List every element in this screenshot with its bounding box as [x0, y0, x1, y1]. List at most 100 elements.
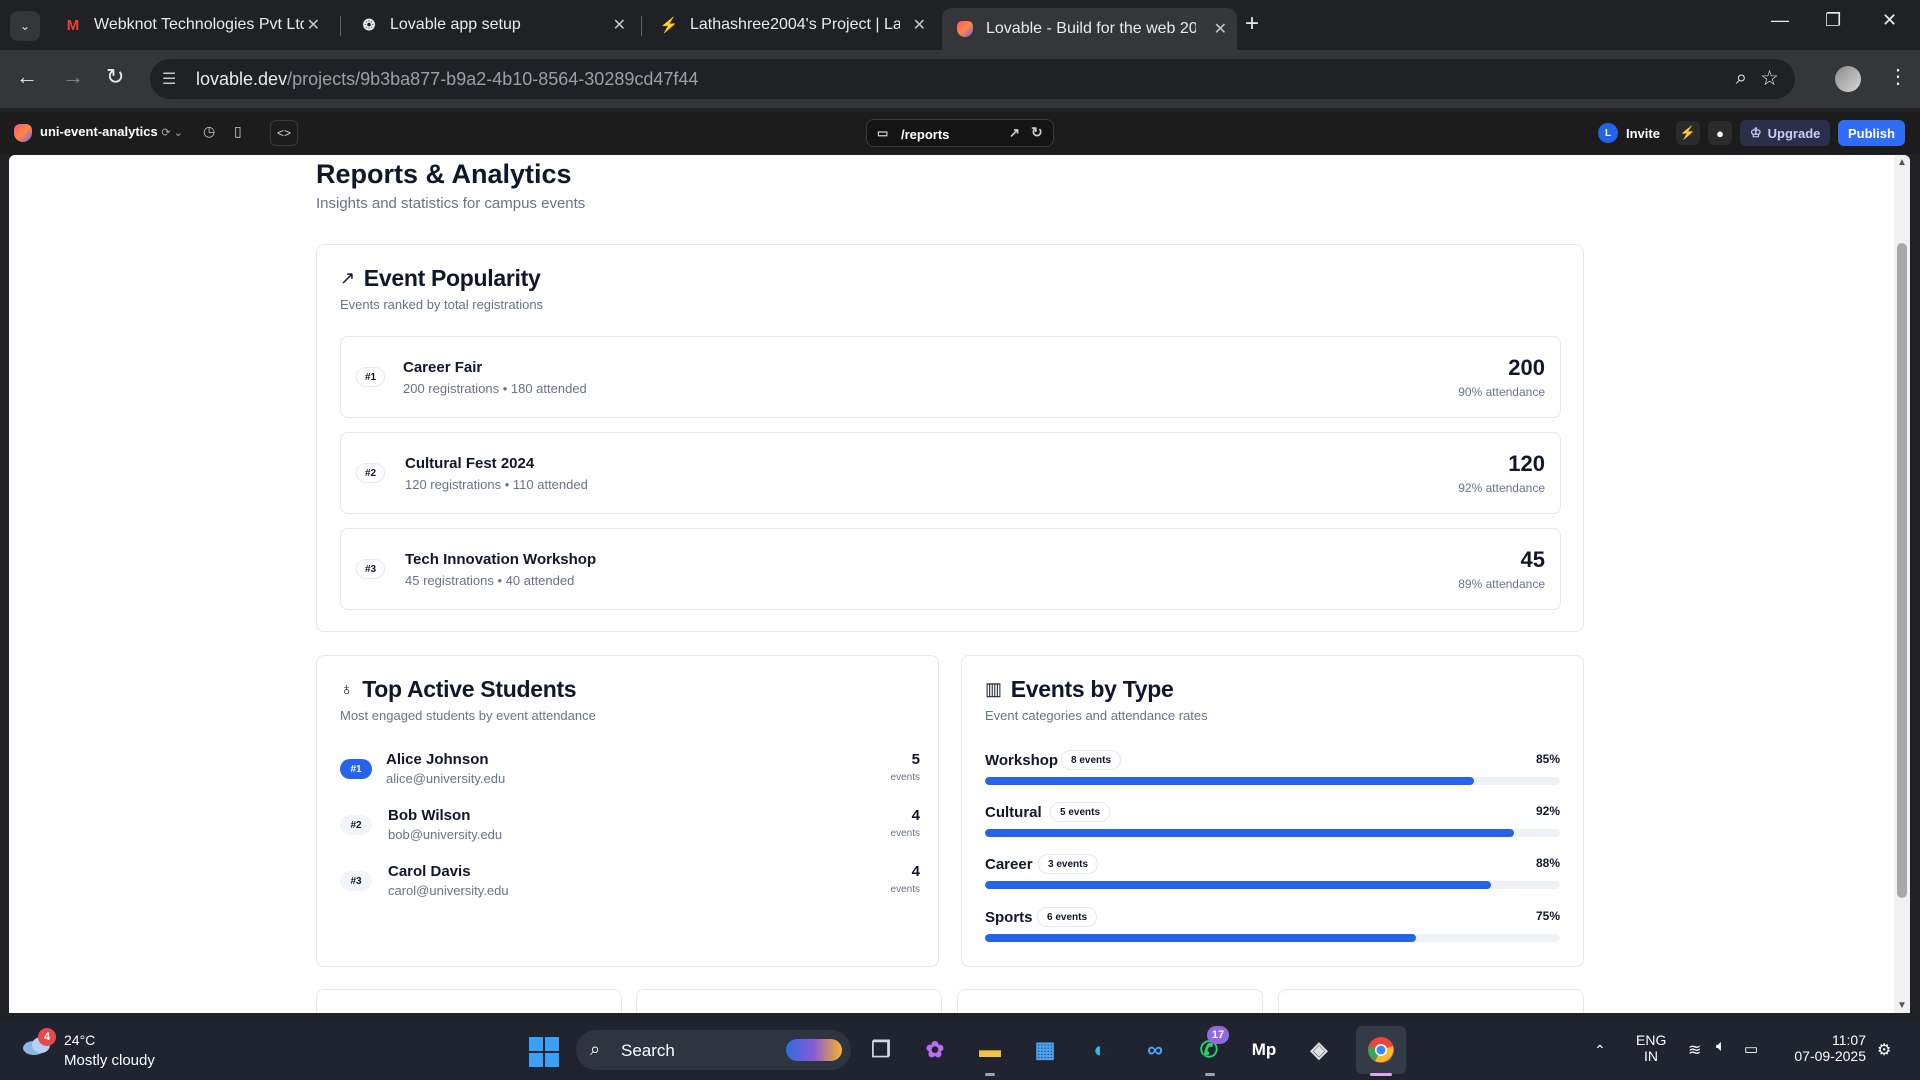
task-view-icon[interactable]: ❐ — [864, 1034, 898, 1066]
history-icon[interactable]: ◷ — [203, 123, 215, 140]
copilot-icon[interactable]: ✿ — [918, 1034, 952, 1066]
publish-button[interactable]: Publish — [1838, 120, 1905, 146]
event-count-badge: 5 events — [1050, 802, 1111, 822]
chrome-icon[interactable] — [1364, 1034, 1398, 1066]
student-row[interactable]: #2 Bob Wilson bob@university.edu 4 event… — [340, 807, 920, 853]
close-icon[interactable]: ✕ — [307, 15, 320, 35]
user-avatar: L — [1598, 123, 1618, 143]
crown-icon: ♔ — [1750, 125, 1762, 140]
top-students-title: ♁ Top Active Students — [340, 676, 577, 702]
attendance-percent: 92% — [1535, 804, 1560, 818]
close-window-button[interactable]: ✕ — [1882, 10, 1897, 31]
type-row: Cultural 5 events 92% — [985, 802, 1560, 848]
bookmark-star-icon[interactable]: ☆ — [1760, 66, 1779, 91]
language-indicator[interactable]: ENG IN — [1636, 1032, 1666, 1064]
reload-button[interactable]: ↻ — [106, 64, 124, 90]
event-popularity-subtitle: Events ranked by total registrations — [340, 297, 544, 312]
bolt-icon: ⚡ — [659, 17, 679, 34]
back-button[interactable]: ← — [16, 64, 38, 90]
type-name: Cultural — [985, 804, 1042, 821]
forward-button[interactable]: → — [62, 64, 84, 90]
edge-icon[interactable]: ◐ — [1083, 1034, 1117, 1066]
supabase-icon[interactable]: ⚡ — [1676, 121, 1700, 145]
open-external-icon[interactable]: ↗ — [1009, 125, 1020, 141]
popularity-row[interactable]: #1 Career Fair 200 registrations • 180 a… — [340, 336, 1561, 418]
battery-icon[interactable]: ▭ — [1744, 1040, 1758, 1058]
url-text[interactable]: lovable.dev/projects/9b3ba877-b9a2-4b10-… — [196, 69, 698, 90]
weather-condition: Mostly cloudy — [64, 1052, 155, 1069]
wifi-icon[interactable]: ≋ — [1688, 1040, 1701, 1060]
events-by-type-subtitle: Event categories and attendance rates — [985, 708, 1208, 723]
search-highlight-icon — [786, 1039, 842, 1061]
file-explorer-icon[interactable]: ▬ — [973, 1034, 1007, 1066]
address-bar[interactable]: ☰ lovable.dev/projects/9b3ba877-b9a2-4b1… — [150, 59, 1795, 99]
event-meta: 200 registrations • 180 attended — [403, 381, 587, 396]
github-icon[interactable]: ● — [1708, 121, 1732, 145]
site-info-icon[interactable]: ☰ — [162, 69, 176, 89]
type-row: Career 3 events 88% — [985, 854, 1560, 900]
invite-button[interactable]: L Invite — [1598, 120, 1660, 146]
windows-start-icon[interactable] — [529, 1037, 559, 1067]
microsoft-store-icon[interactable]: ▦ — [1028, 1034, 1062, 1066]
upgrade-button[interactable]: ♔ Upgrade — [1740, 120, 1831, 146]
weather-temperature: 24°C — [64, 1032, 96, 1048]
show-hidden-icons[interactable]: ⌃ — [1594, 1042, 1606, 1059]
profile-avatar[interactable] — [1835, 66, 1861, 92]
award-icon: ♁ — [340, 679, 354, 699]
route-path[interactable]: /reports — [901, 127, 949, 142]
tab-gmail[interactable]: M Webknot Technologies Pvt Ltd Mail ✕ — [50, 8, 330, 42]
attendance-bar — [985, 934, 1560, 942]
scroll-down-arrow-icon[interactable]: ▼ — [1897, 1000, 1907, 1011]
student-row[interactable]: #3 Carol Davis carol@university.edu 4 ev… — [340, 863, 920, 909]
event-meta: 120 registrations • 110 attended — [405, 477, 588, 492]
search-label: Search — [621, 1041, 675, 1060]
tab-lovable-setup[interactable]: ❂ Lovable app setup ✕ — [346, 8, 636, 42]
student-name: Bob Wilson — [388, 807, 471, 824]
minimize-button[interactable]: — — [1771, 10, 1789, 31]
attendance-percent: 85% — [1535, 752, 1560, 766]
close-icon[interactable]: ✕ — [1214, 19, 1227, 39]
notifications-icon[interactable]: ⚙ — [1877, 1040, 1891, 1060]
security-app-icon[interactable]: ◈ — [1302, 1034, 1336, 1066]
search-icon: ⌕ — [590, 1039, 601, 1059]
volume-icon[interactable]: 🔈︎ — [1716, 1038, 1726, 1056]
popularity-row[interactable]: #2 Cultural Fest 2024 120 registrations … — [340, 432, 1561, 514]
close-icon[interactable]: ✕ — [613, 15, 626, 35]
rank-badge: #3 — [340, 871, 372, 891]
restore-button[interactable]: ❐ — [1825, 10, 1841, 31]
event-count-badge: 3 events — [1038, 854, 1099, 874]
code-view-button[interactable]: <> — [270, 120, 298, 146]
meta-icon[interactable]: ∞ — [1138, 1034, 1172, 1066]
mp-app-icon[interactable]: Mp — [1247, 1034, 1281, 1066]
browser-menu-icon[interactable]: ⋮ — [1888, 64, 1908, 89]
scroll-up-arrow-icon[interactable]: ▲ — [1897, 157, 1907, 168]
rank-badge: #1 — [356, 367, 386, 387]
taskbar-search[interactable]: ⌕ Search — [576, 1030, 851, 1070]
event-popularity-title: ↗ Event Popularity — [340, 265, 541, 291]
tab-bolt-project[interactable]: ⚡ Lathashree2004's Project | Lathashree … — [646, 8, 936, 42]
tab-search-button[interactable]: ⌄ — [10, 11, 40, 41]
event-count-badge: 6 events — [1037, 907, 1098, 927]
project-name-dropdown[interactable]: uni-event-analytics ⟳ ⌄ — [40, 124, 183, 139]
refresh-preview-icon[interactable]: ↻ — [1031, 124, 1043, 141]
new-tab-button[interactable]: + — [1245, 10, 1259, 38]
page-scrollbar[interactable]: ▲ ▼ — [1894, 155, 1910, 1013]
sidebar-toggle-icon[interactable]: ▯ — [234, 123, 242, 140]
registration-count: 45 — [1520, 547, 1545, 572]
route-bar[interactable]: ▭ /reports ↗ ↻ — [866, 119, 1054, 147]
attendance-percent: 88% — [1535, 856, 1560, 870]
lovable-logo[interactable] — [14, 124, 32, 142]
browser-toolbar: ← → ↻ ☰ lovable.dev/projects/9b3ba877-b9… — [0, 50, 1920, 108]
lovable-top-bar: uni-event-analytics ⟳ ⌄ ◷ ▯ <> ▭ /report… — [0, 112, 1920, 154]
student-email: carol@university.edu — [388, 883, 509, 898]
zoom-icon[interactable]: ⌕ — [1736, 67, 1747, 90]
student-row[interactable]: #1 Alice Johnson alice@university.edu 5 … — [340, 751, 920, 797]
clock[interactable]: 11:07 07-09-2025 — [1786, 1032, 1866, 1064]
attendance-bar-fill — [985, 881, 1491, 889]
scrollbar-thumb[interactable] — [1897, 243, 1907, 898]
tab-lovable-build[interactable]: Lovable - Build for the web 20x faster ✕ — [942, 8, 1237, 50]
popularity-row[interactable]: #3 Tech Innovation Workshop 45 registrat… — [340, 528, 1561, 610]
attendance-bar-fill — [985, 777, 1474, 785]
close-icon[interactable]: ✕ — [913, 15, 926, 35]
attendance-rate: 89% attendance — [1458, 577, 1545, 591]
